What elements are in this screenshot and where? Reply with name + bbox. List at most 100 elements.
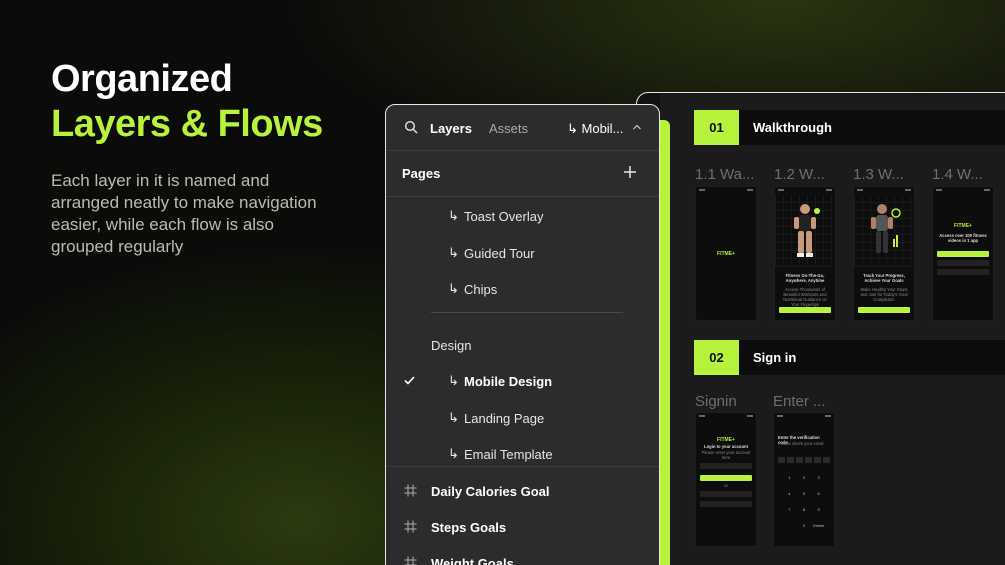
apple-login-button[interactable] bbox=[700, 501, 752, 507]
frame-icon bbox=[404, 484, 417, 497]
panel-tabs: Layers Assets ↳ Mobil... bbox=[386, 105, 659, 151]
section-sign-in[interactable]: 02 Sign in bbox=[694, 340, 1005, 375]
key[interactable]: 0 bbox=[797, 523, 812, 528]
app-logo: FITME+ bbox=[717, 437, 735, 443]
key-delete[interactable]: Delete bbox=[811, 523, 826, 528]
continue-button[interactable] bbox=[858, 307, 910, 313]
subpage-arrow-icon: ↳ bbox=[448, 281, 459, 296]
subpage-arrow-icon: ↳ bbox=[448, 245, 459, 260]
page-divider bbox=[431, 312, 623, 313]
login-subtitle: Please enter your account here bbox=[701, 450, 751, 460]
subpage-arrow-icon: ↳ bbox=[448, 446, 459, 461]
section-number: 01 bbox=[694, 110, 739, 145]
key[interactable]: 2 bbox=[797, 475, 812, 480]
page-item-design[interactable]: Design bbox=[386, 327, 659, 363]
key[interactable]: 8 bbox=[797, 507, 812, 512]
frame-label[interactable]: 1.1 Wa... bbox=[695, 166, 754, 183]
subpage-arrow-icon: ↳ bbox=[448, 373, 459, 388]
frame-icon bbox=[404, 556, 417, 565]
numeric-keypad[interactable]: 1 2 3 4 5 6 7 8 9 0 Delete bbox=[782, 475, 826, 528]
key[interactable]: 9 bbox=[811, 507, 826, 512]
phone-frame-verification[interactable]: Enter the verification code Please check… bbox=[773, 412, 835, 547]
subpage-arrow-icon: ↳ bbox=[448, 410, 459, 425]
section-walkthrough[interactable]: 01 Walkthrough bbox=[694, 110, 1005, 145]
phone-frame-onboarding-3[interactable]: FITME+ Access over 100 fitness videos in… bbox=[932, 186, 994, 321]
frame-label[interactable]: 1.2 W... bbox=[774, 166, 825, 183]
hero: Organized Layers & Flows Each layer in i… bbox=[51, 58, 351, 258]
current-page-selector[interactable]: ↳ Mobil... bbox=[567, 121, 623, 137]
phone-frame-splash[interactable]: FITME+ bbox=[695, 186, 757, 321]
key[interactable]: 7 bbox=[782, 507, 797, 512]
chevron-up-icon[interactable] bbox=[632, 122, 642, 132]
athlete-image bbox=[871, 204, 901, 253]
layer-label: Steps Goals bbox=[431, 520, 507, 535]
layer-daily-calories-goal[interactable]: Daily Calories Goal bbox=[386, 473, 659, 509]
check-icon bbox=[404, 376, 415, 385]
design-canvas[interactable]: 01 Walkthrough 1.1 Wa... 1.2 W... 1.3 W.… bbox=[660, 94, 1005, 565]
search-icon[interactable] bbox=[404, 120, 418, 134]
continue-button[interactable] bbox=[779, 307, 831, 313]
section-title: Sign in bbox=[753, 350, 797, 365]
page-label: Toast Overlay bbox=[464, 209, 544, 224]
email-button[interactable] bbox=[937, 251, 989, 257]
tab-layers[interactable]: Layers bbox=[430, 121, 472, 136]
frame-label[interactable]: Signin bbox=[695, 393, 737, 410]
hero-description: Each layer in it is named and arranged n… bbox=[51, 171, 317, 256]
page-label: Landing Page bbox=[464, 411, 545, 426]
phone-frame-onboarding-2[interactable]: Track Your Progress, Achieve Your Goals … bbox=[853, 186, 915, 321]
frame-label[interactable]: 1.4 W... bbox=[932, 166, 983, 183]
page-item-toast-overlay[interactable]: ↳ Toast Overlay bbox=[386, 198, 659, 234]
section-number: 02 bbox=[694, 340, 739, 375]
key[interactable]: 1 bbox=[782, 475, 797, 480]
email-field[interactable] bbox=[700, 463, 752, 469]
layers-panel: Layers Assets ↳ Mobil... Pages ↳ Toast O… bbox=[385, 104, 660, 565]
apple-login-button[interactable] bbox=[937, 269, 989, 275]
key[interactable]: 3 bbox=[811, 475, 826, 480]
athlete-image bbox=[794, 204, 820, 257]
key bbox=[782, 523, 797, 528]
status-bar bbox=[936, 189, 990, 192]
app-logo: FITME+ bbox=[717, 251, 735, 257]
onboarding-body: Make Healthy Your Steps and Just for Tod… bbox=[860, 287, 908, 302]
onboarding-title: Fitness On-The-Go, Anywhere, Anytime bbox=[785, 273, 825, 283]
phone-frame-onboarding-1[interactable]: Fitness On-The-Go, Anywhere, Anytime Acc… bbox=[774, 186, 836, 321]
page-label: Email Template bbox=[464, 447, 553, 462]
phone-frame-signin[interactable]: FITME+ Login to your account Please ente… bbox=[695, 412, 757, 547]
app-logo: FITME+ bbox=[954, 223, 972, 229]
page-label: Chips bbox=[464, 282, 498, 297]
page-item-guided-tour[interactable]: ↳ Guided Tour bbox=[386, 235, 659, 271]
page-item-mobile-design[interactable]: ↳ Mobile Design bbox=[386, 363, 659, 399]
otp-input[interactable] bbox=[778, 457, 831, 463]
pages-header: Pages bbox=[386, 151, 659, 197]
page-item-landing-page[interactable]: ↳ Landing Page bbox=[386, 400, 659, 436]
key[interactable]: 5 bbox=[797, 491, 812, 496]
pages-title: Pages bbox=[402, 166, 441, 181]
continue-button[interactable] bbox=[700, 475, 752, 481]
status-bar bbox=[777, 415, 831, 418]
frame-label[interactable]: 1.3 W... bbox=[853, 166, 904, 183]
onboarding-body: Access Thousands of Beautiful Workouts a… bbox=[783, 287, 827, 307]
status-bar bbox=[778, 189, 832, 192]
key[interactable]: 6 bbox=[811, 491, 826, 496]
layer-weight-goals[interactable]: Weight Goals bbox=[386, 545, 659, 565]
onboarding-title: Access over 100 fitness videos in 1 app bbox=[939, 233, 987, 243]
add-page-icon[interactable] bbox=[623, 165, 637, 179]
key[interactable]: 4 bbox=[782, 491, 797, 496]
layer-label: Daily Calories Goal bbox=[431, 484, 550, 499]
hero-title: Organized bbox=[51, 58, 233, 100]
layer-steps-goals[interactable]: Steps Goals bbox=[386, 509, 659, 545]
section-title: Walkthrough bbox=[753, 120, 832, 135]
layer-label: Weight Goals bbox=[431, 556, 514, 565]
or-divider: or bbox=[724, 483, 728, 488]
frame-label[interactable]: Enter ... bbox=[773, 393, 826, 410]
google-login-button[interactable] bbox=[700, 491, 752, 497]
subpage-arrow-icon: ↳ bbox=[448, 208, 459, 223]
page-item-chips[interactable]: ↳ Chips bbox=[386, 271, 659, 307]
frame-icon bbox=[404, 520, 417, 533]
google-login-button[interactable] bbox=[937, 260, 989, 266]
page-label: Design bbox=[431, 338, 472, 353]
code-subtitle: Please check your email bbox=[778, 441, 824, 446]
hero-title-accent: Layers & Flows bbox=[51, 103, 323, 145]
tab-assets[interactable]: Assets bbox=[489, 121, 528, 136]
status-bar bbox=[699, 189, 753, 192]
